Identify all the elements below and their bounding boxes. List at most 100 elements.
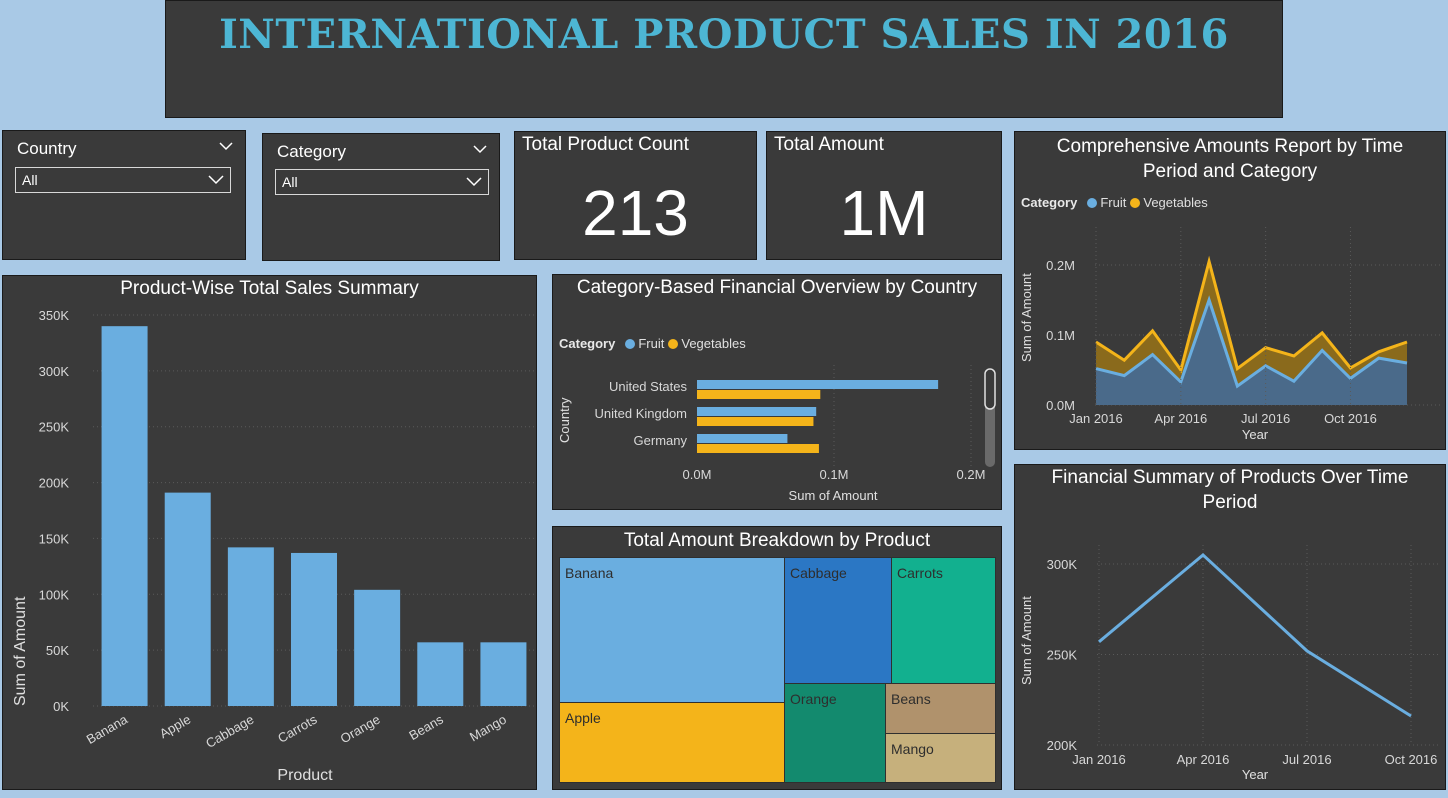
x-axis-title: Product	[277, 767, 333, 784]
x-tick-label: Apr 2016	[1154, 411, 1207, 426]
treemap-cell[interactable]: Cabbage	[784, 557, 892, 684]
y-axis-title: Sum of Amount	[12, 596, 29, 706]
chevron-down-icon	[466, 177, 482, 187]
chevron-down-icon	[208, 175, 224, 185]
treemap-chart: Total Amount Breakdown by Product Banana…	[552, 526, 1002, 790]
bar-fruit	[697, 434, 788, 443]
y-tick-label: 350K	[39, 308, 70, 323]
treemap-label: Cabbage	[790, 565, 847, 581]
x-tick-label: Jul 2016	[1241, 411, 1290, 426]
country-chart: Category-Based Financial Overview by Cou…	[552, 274, 1002, 510]
category-dropdown[interactable]: All	[275, 169, 489, 195]
y-tick-label: 200K	[1047, 738, 1078, 753]
treemap-cell[interactable]: Mango	[885, 733, 996, 783]
product-sales-chart: Product-Wise Total Sales Summary Sum of …	[2, 275, 537, 790]
y-tick-label: United Kingdom	[595, 406, 688, 421]
country-bar-svg: Country Sum of Amount 0.0M 0.1M 0.2M United…	[557, 365, 996, 503]
time-line-chart: Financial Summary of Products Over Time …	[1014, 464, 1446, 790]
x-axis-title: Sum of Amount	[789, 488, 878, 503]
x-tick-label: Carrots	[275, 711, 320, 746]
time-line-svg: Sum of Amount Year 200K 250K 300K Jan 2016 A…	[1019, 545, 1441, 782]
category-slicer-label: Category	[277, 142, 346, 161]
x-tick-label: 0.2M	[957, 467, 986, 482]
product-bar-svg: Sum of Amount Product 0K 50K 100K 150K 200K 2…	[12, 308, 535, 784]
x-axis-title: Year	[1242, 767, 1269, 782]
bar-vegetables	[697, 417, 814, 426]
bar	[417, 642, 464, 706]
x-tick-label: Jan 2016	[1072, 752, 1126, 767]
treemap-label: Orange	[790, 691, 837, 707]
x-tick-label: Oct 2016	[1385, 752, 1438, 767]
x-tick-label: Jan 2016	[1069, 411, 1123, 426]
x-tick-label: Apple	[157, 712, 193, 742]
bar	[354, 589, 401, 706]
x-tick-label: 0.0M	[683, 467, 712, 482]
bar-vegetables	[697, 444, 819, 453]
bar	[480, 642, 527, 706]
x-tick-label: Beans	[406, 711, 446, 743]
treemap-label: Beans	[891, 691, 931, 707]
country-slicer: Country All	[2, 130, 246, 260]
treemap-cell[interactable]: Carrots	[891, 557, 996, 684]
y-axis-title: Sum of Amount	[1019, 273, 1034, 362]
kpi-card-count: Total Product Count 213	[514, 131, 757, 260]
y-tick-label: 200K	[39, 476, 70, 491]
y-tick-label: United States	[609, 379, 688, 394]
x-tick-label: Cabbage	[203, 712, 256, 751]
treemap-label: Banana	[565, 565, 614, 581]
category-dropdown-value: All	[282, 174, 298, 190]
treemap-area: Banana Apple Cabbage Carrots Orange Beans Mang…	[553, 527, 1001, 789]
time-area-svg: Sum of Amount Year 0.0M0.1M0.2MJan 2016 A…	[1019, 227, 1441, 442]
x-tick-label: Jul 2016	[1282, 752, 1331, 767]
treemap-cell[interactable]: Beans	[885, 683, 996, 734]
y-tick-label: 150K	[39, 531, 70, 546]
page-title: INTERNATIONAL PRODUCT SALES IN 2016	[219, 11, 1229, 58]
x-tick-label: Orange	[338, 712, 383, 747]
y-tick-label: 300K	[39, 364, 70, 379]
scrollbar-thumb[interactable]	[984, 368, 996, 410]
y-tick-label: 100K	[39, 587, 70, 602]
bar	[291, 552, 337, 706]
x-tick-label: Oct 2016	[1324, 411, 1377, 426]
treemap-label: Apple	[565, 710, 601, 726]
kpi-count-label: Total Product Count	[522, 134, 689, 155]
kpi-count-value: 213	[582, 177, 689, 249]
y-tick-label: Germany	[634, 433, 688, 448]
bar-vegetables	[697, 390, 821, 399]
kpi-amount-value: 1M	[839, 177, 929, 249]
x-tick-label: Apr 2016	[1177, 752, 1230, 767]
kpi-card-amount: Total Amount 1M	[766, 131, 1002, 260]
bar	[227, 547, 274, 706]
country-dropdown[interactable]: All	[15, 167, 231, 193]
x-axis-title: Year	[1242, 427, 1269, 442]
time-area-chart: Comprehensive Amounts Report by Time Per…	[1014, 131, 1446, 450]
y-tick-label: 250K	[1047, 648, 1078, 663]
y-tick-label: 0K	[53, 699, 69, 714]
y-tick-label: 250K	[39, 420, 70, 435]
kpi-amount-label: Total Amount	[774, 134, 884, 155]
x-tick-label: 0.1M	[820, 467, 849, 482]
line-series	[1098, 552, 1412, 718]
y-tick-label: 0.1M	[1046, 328, 1075, 343]
y-tick-label: 300K	[1047, 557, 1078, 572]
y-tick-label: 0.2M	[1046, 258, 1075, 273]
chevron-down-icon[interactable]	[219, 139, 233, 153]
country-dropdown-value: All	[22, 172, 38, 188]
treemap-label: Carrots	[897, 565, 943, 581]
bar-fruit	[697, 407, 817, 416]
bar-fruit	[697, 380, 939, 389]
y-axis-title: Country	[557, 397, 572, 443]
x-tick-label: Banana	[84, 711, 131, 747]
category-slicer: Category All	[262, 133, 500, 261]
treemap-cell[interactable]: Banana	[559, 557, 785, 703]
bar	[101, 326, 148, 706]
x-tick-label: Mango	[467, 712, 509, 745]
treemap-cell[interactable]: Apple	[559, 702, 785, 783]
bar	[164, 492, 211, 706]
chevron-down-icon[interactable]	[473, 142, 487, 156]
treemap-label: Mango	[891, 741, 934, 757]
y-tick-label: 50K	[46, 643, 69, 658]
y-axis-title: Sum of Amount	[1019, 596, 1034, 685]
treemap-cell[interactable]: Orange	[784, 683, 886, 783]
country-slicer-label: Country	[17, 139, 77, 158]
